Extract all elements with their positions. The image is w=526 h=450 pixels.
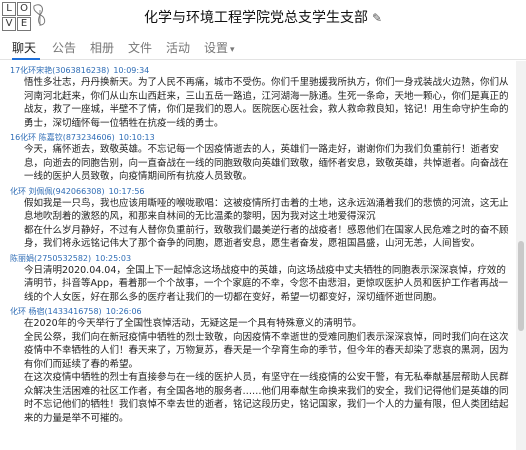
message-body: 在2020年的今天举行了全国性哀悼活动，无疑这是一个具有特殊意义的清明节。 全民…: [0, 317, 516, 425]
message-body: 今天，痛怀逝去，致敬英雄。不忘记每一个因疫情逝去的人，英雄们一路走好，谢谢你们为…: [0, 143, 516, 184]
tab-album[interactable]: 相册: [90, 39, 114, 56]
message-time: 10:25:03: [95, 253, 132, 263]
message-header: 化环 杨宿(1433416758) 10:26:06: [0, 307, 516, 317]
message-paragraph: 今日清明2020.04.04，全国上下一起悼念这场战疫中的英雄，向这场战疫中丈夫…: [24, 264, 509, 303]
chevron-down-icon: ▾: [230, 45, 235, 55]
chat-message: 化环 刘佩佩(942066308) 10:17:56 假如我是一只鸟，我也应该用嘶…: [0, 187, 516, 251]
message-paragraph: 都在什么岁月静好，不过有人替你负重前行，致敬我们最美逆行者的战疫者！感恩他们在国…: [24, 224, 509, 250]
message-paragraph: 在2020年的今天举行了全国性哀悼活动，无疑这是一个具有特殊意义的清明节。: [24, 318, 362, 329]
message-body: 悟性多壮志，丹丹换新天。为了人民不再痛，城市不受伤。你们千里驰援我所执方，你们一…: [0, 76, 516, 130]
tab-announcements[interactable]: 公告: [52, 39, 76, 56]
chat-message: 17化环宋艳(3063816238) 10:09:34 悟性多壮志，丹丹换新天。为…: [0, 66, 516, 130]
group-title: 化学与环境工程学院党总支学生支部: [143, 10, 368, 26]
message-sender[interactable]: 化环 杨宿(1433416758): [10, 307, 102, 316]
message-paragraph: 今天，痛怀逝去，致敬英雄。不忘记每一个因疫情逝去的人，英雄们一路走好，谢谢你们为…: [24, 144, 509, 182]
group-header: L O V E 化学与环境工程学院党总支学生支部 ✎: [0, 0, 526, 34]
message-paragraph: 全民公祭，我们向在新冠疫情中牺牲的烈士致敬，向因疫情不幸逝世的受难同胞们表示深深…: [24, 331, 509, 370]
message-time: 10:09:34: [113, 66, 150, 75]
chat-message-list[interactable]: 17化环宋艳(3063816238) 10:09:34 悟性多壮志，丹丹换新天。为…: [0, 61, 516, 450]
message-sender[interactable]: 陈丽娟(2750532582): [10, 254, 91, 263]
message-time: 10:17:56: [108, 186, 145, 196]
tab-chat[interactable]: 聊天: [12, 39, 36, 56]
message-sender[interactable]: 17化环宋艳(3063816238): [10, 66, 109, 75]
message-time: 10:10:13: [118, 133, 155, 142]
message-paragraph: 悟性多壮志，丹丹换新天。为了人民不再痛，城市不受伤。你们千里驰援我所执方，你们一…: [24, 77, 509, 129]
active-tab-indicator: [12, 58, 40, 60]
message-body: 假如我是一只鸟，我也应该用嘶哑的喉咙歌唱：这被疫情所打击着的土地，这永远汹涌着我…: [0, 197, 516, 251]
message-body: 今日清明2020.04.04，全国上下一起悼念这场战疫中的英雄，向这场战疫中丈夫…: [0, 264, 516, 305]
tab-settings[interactable]: 设置 ▾: [204, 39, 235, 56]
scrollbar-thumb[interactable]: [518, 241, 524, 331]
message-sender[interactable]: 16化环 陈嘉钦(873234606): [10, 133, 115, 142]
message-sender[interactable]: 化环 刘佩佩(942066308): [10, 187, 105, 196]
message-header: 17化环宋艳(3063816238) 10:09:34: [0, 66, 516, 76]
tab-files[interactable]: 文件: [128, 39, 152, 56]
message-header: 16化环 陈嘉钦(873234606) 10:10:13: [0, 133, 516, 143]
message-paragraph: 在这次疫情中牺牲的烈士有直接参与在一线的医护人员，有坚守在一线疫情的公安干警，有…: [24, 372, 509, 424]
message-header: 陈丽娟(2750532582) 10:25:03: [0, 254, 516, 264]
message-paragraph: 假如我是一只鸟，我也应该用嘶哑的喉咙歌唱：这被疫情所打击着的土地，这永远汹涌着我…: [24, 197, 509, 223]
tab-bar: 聊天 公告 相册 文件 活动 设置 ▾: [0, 34, 526, 60]
group-title-bar: 化学与环境工程学院党总支学生支部 ✎: [0, 7, 526, 27]
chat-message: 化环 杨宿(1433416758) 10:26:06 在2020年的今天举行了全国…: [0, 307, 516, 425]
tab-settings-label: 设置: [204, 41, 229, 55]
edit-name-icon[interactable]: ✎: [372, 11, 382, 25]
chat-message: 陈丽娟(2750532582) 10:25:03 今日清明2020.04.04，全…: [0, 254, 516, 305]
message-header: 化环 刘佩佩(942066308) 10:17:56: [0, 187, 516, 197]
tab-activities[interactable]: 活动: [166, 39, 190, 56]
message-time: 10:26:06: [105, 307, 142, 316]
chat-message: 16化环 陈嘉钦(873234606) 10:10:13 今天，痛怀逝去，致敬英雄…: [0, 133, 516, 184]
chat-scrollbar[interactable]: [516, 61, 526, 450]
